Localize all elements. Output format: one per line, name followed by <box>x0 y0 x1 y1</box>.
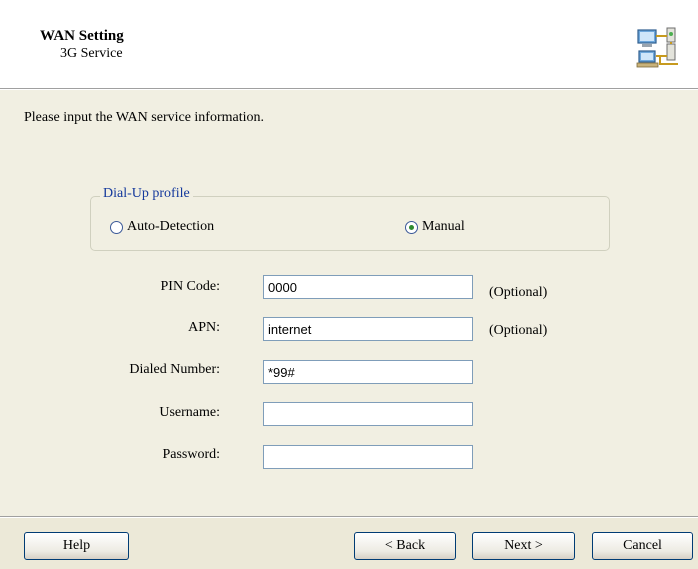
dialup-profile-legend: Dial-Up profile <box>100 186 193 202</box>
apn-label: APN: <box>188 320 220 335</box>
page-title: WAN Setting <box>40 28 124 44</box>
page-subtitle: 3G Service <box>60 46 123 61</box>
manual-radio[interactable]: Manual <box>405 219 465 235</box>
network-computers-icon <box>636 27 678 68</box>
pin-code-input[interactable] <box>263 275 473 299</box>
help-button[interactable]: Help <box>24 532 129 560</box>
radio-unchecked-icon[interactable] <box>110 220 123 234</box>
wizard-header: WAN Setting 3G Service <box>0 0 698 88</box>
username-input[interactable] <box>263 402 473 426</box>
pin-code-label: PIN Code: <box>160 279 221 294</box>
password-label: Password: <box>162 447 220 462</box>
next-button[interactable]: Next > <box>472 532 575 560</box>
apn-optional-note: (Optional) <box>489 323 548 338</box>
manual-label: Manual <box>422 219 465 234</box>
pin-code-optional-note: (Optional) <box>489 285 548 300</box>
intro-text: Please input the WAN service information… <box>24 110 265 125</box>
back-button[interactable]: < Back <box>354 532 456 560</box>
dialed-number-label: Dialed Number: <box>129 362 220 377</box>
dialed-number-input[interactable] <box>263 360 473 384</box>
apn-input[interactable] <box>263 317 473 341</box>
footer-divider-highlight <box>0 517 698 518</box>
auto-detection-radio[interactable]: Auto-Detection <box>110 219 214 235</box>
password-input[interactable] <box>263 445 473 469</box>
auto-detection-label: Auto-Detection <box>127 219 215 234</box>
username-label: Username: <box>159 405 220 420</box>
cancel-button[interactable]: Cancel <box>592 532 693 560</box>
radio-checked-icon[interactable] <box>405 220 418 234</box>
